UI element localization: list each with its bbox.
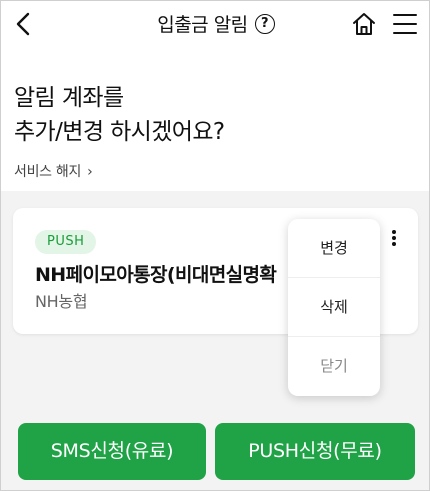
headline: 알림 계좌를 추가/변경 하시겠어요? bbox=[14, 81, 394, 149]
home-icon[interactable] bbox=[350, 10, 378, 38]
push-badge: PUSH bbox=[35, 230, 97, 254]
help-icon[interactable]: ? bbox=[254, 13, 275, 34]
top-section: 입출금 알림 ? 알림 계좌를 추가/변경 하시겠어요? 서비스 해지 › bbox=[1, 1, 429, 191]
chevron-right-icon: › bbox=[87, 164, 93, 180]
menu-item-close[interactable]: 닫기 bbox=[288, 337, 380, 396]
app-header: 입출금 알림 ? bbox=[1, 1, 429, 47]
context-menu: 변경 삭제 닫기 bbox=[288, 219, 380, 396]
more-options-icon[interactable] bbox=[386, 230, 402, 252]
headline-line-1: 알림 계좌를 bbox=[14, 85, 124, 111]
sms-apply-button[interactable]: SMS신청(유료) bbox=[18, 423, 206, 480]
headline-line-2: 추가/변경 하시겠어요? bbox=[14, 119, 225, 145]
menu-item-delete[interactable]: 삭제 bbox=[288, 278, 380, 337]
page-title: 입출금 알림 bbox=[157, 14, 248, 36]
push-apply-button[interactable]: PUSH신청(무료) bbox=[215, 423, 415, 480]
cancel-service-link[interactable]: 서비스 해지 › bbox=[14, 161, 93, 181]
bank-name: NH농협 bbox=[35, 292, 88, 311]
cancel-service-label: 서비스 해지 bbox=[14, 164, 82, 180]
menu-item-change[interactable]: 변경 bbox=[288, 219, 380, 278]
menu-icon[interactable] bbox=[391, 10, 419, 38]
app-screen: 입출금 알림 ? 알림 계좌를 추가/변경 하시겠어요? 서비스 해지 › PUS… bbox=[0, 0, 430, 491]
